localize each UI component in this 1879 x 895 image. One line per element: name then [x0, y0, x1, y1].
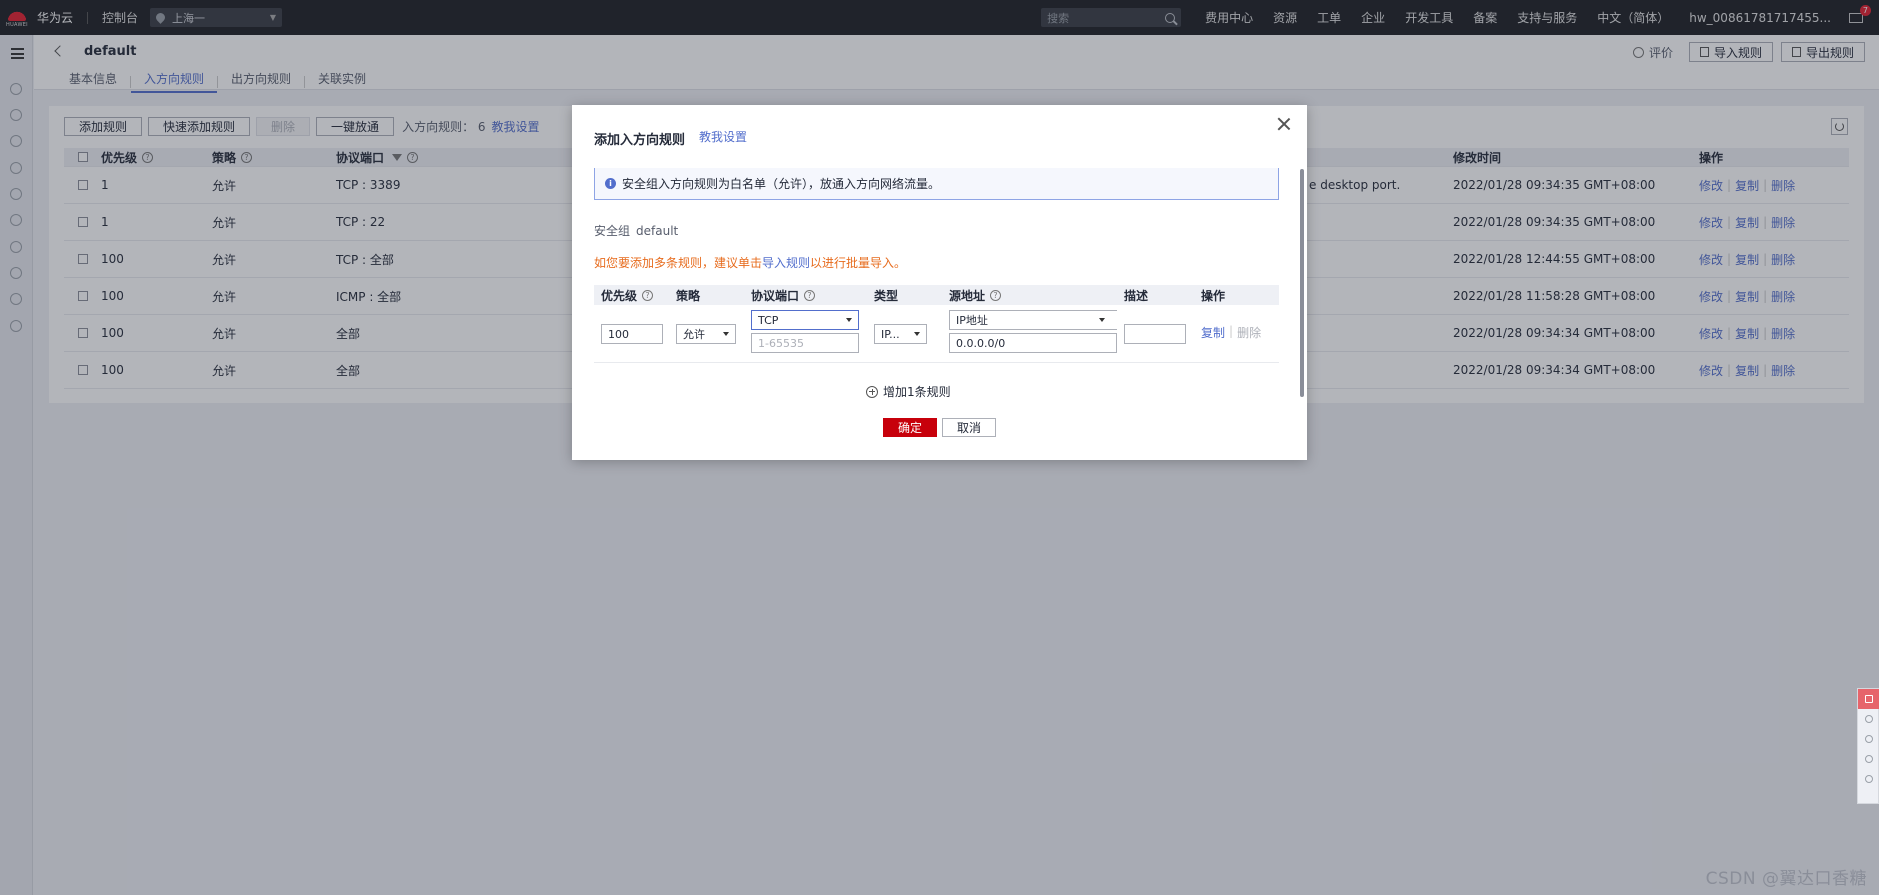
info-text: 安全组入方向规则为白名单（允许），放通入方向网络流量。: [622, 177, 941, 191]
col-priority: 优先级: [601, 288, 638, 303]
chevron-down-icon: [914, 332, 920, 336]
type-value: IP...: [881, 327, 900, 341]
add-one-rule-button[interactable]: 增加1条规则: [866, 383, 951, 400]
delete-row-link[interactable]: 删除: [1237, 324, 1261, 341]
chevron-down-icon: [1099, 318, 1105, 322]
smile-button[interactable]: [1858, 709, 1879, 729]
help-icon[interactable]: ?: [804, 289, 816, 301]
feedback-button[interactable]: [1858, 689, 1879, 709]
copy-row-link[interactable]: 复制: [1201, 324, 1225, 341]
dialog-help-link[interactable]: 教我设置: [699, 128, 747, 145]
policy-value: 允许: [683, 328, 705, 341]
source-address-input[interactable]: 0.0.0.0/0: [949, 333, 1117, 353]
close-icon[interactable]: [1277, 117, 1291, 131]
hint-prefix: 如您要添加多条规则，建议单击: [594, 256, 763, 270]
todo-button[interactable]: [1858, 769, 1879, 789]
col-policy: 策略: [676, 288, 701, 303]
type-select[interactable]: IP...: [874, 324, 927, 344]
plus-circle-icon: [866, 385, 878, 398]
hint-suffix: 以进行批量导入。: [810, 256, 907, 270]
question-icon: [1865, 755, 1873, 763]
row-operations: 复制 | 删除: [1201, 324, 1261, 341]
chat-icon: [1865, 695, 1873, 703]
rule-form-header: 优先级? 策略 协议端口? 类型 源地址? 描述 操作: [594, 285, 1279, 305]
watermark: CSDN @翼达口香糖: [1705, 869, 1867, 889]
port-placeholder: 1-65535: [758, 336, 804, 350]
dialog-scrollbar[interactable]: [1300, 169, 1304, 397]
priority-input[interactable]: 100: [601, 324, 663, 344]
protocol-select[interactable]: TCP: [751, 310, 859, 330]
col-type: 类型: [874, 288, 899, 303]
col-protocol-port: 协议端口: [751, 288, 800, 303]
add-rule-label: 增加1条规则: [883, 385, 951, 399]
add-inbound-rule-dialog: 添加入方向规则 教我设置 i 安全组入方向规则为白名单（允许），放通入方向网络流…: [572, 105, 1307, 460]
policy-select[interactable]: 允许: [676, 324, 736, 344]
chevron-down-icon: [846, 318, 852, 322]
bulk-import-hint: 如您要添加多条规则，建议单击导入规则以进行批量导入。: [594, 254, 906, 271]
source-address-value: 0.0.0.0/0: [956, 336, 1006, 350]
view-button[interactable]: [1858, 729, 1879, 749]
col-operations: 操作: [1201, 288, 1226, 303]
eye-icon: [1865, 735, 1873, 743]
col-source: 源地址: [949, 288, 986, 303]
floating-toolbar: [1857, 688, 1879, 804]
help-icon[interactable]: ?: [642, 289, 654, 301]
chevron-down-icon: [723, 332, 729, 336]
checklist-icon: [1865, 775, 1873, 783]
smile-icon: [1865, 715, 1873, 723]
priority-value: 100: [608, 327, 629, 341]
port-input[interactable]: 1-65535: [751, 333, 859, 353]
source-type-select[interactable]: IP地址: [949, 310, 1117, 330]
help-button[interactable]: [1858, 749, 1879, 769]
dialog-title: 添加入方向规则: [594, 133, 686, 148]
confirm-button[interactable]: 确定: [883, 418, 937, 437]
import-rules-link[interactable]: 导入规则: [762, 256, 810, 270]
sg-label: 安全组: [594, 224, 631, 238]
security-group-line: 安全组 default: [594, 222, 678, 239]
rule-form-row: 100 允许 TCP 1-65535 IP... IP地址 0.0.0.0/0 …: [594, 305, 1279, 363]
source-type-value: IP地址: [956, 314, 988, 327]
info-icon: i: [605, 178, 616, 189]
help-icon[interactable]: ?: [990, 289, 1002, 301]
sg-value: default: [636, 224, 679, 238]
col-description: 描述: [1124, 288, 1149, 303]
cancel-button[interactable]: 取消: [942, 418, 996, 437]
description-input[interactable]: [1124, 324, 1186, 344]
divider: |: [1229, 324, 1234, 338]
protocol-value: TCP: [758, 313, 779, 327]
info-banner: i 安全组入方向规则为白名单（允许），放通入方向网络流量。: [594, 168, 1279, 200]
